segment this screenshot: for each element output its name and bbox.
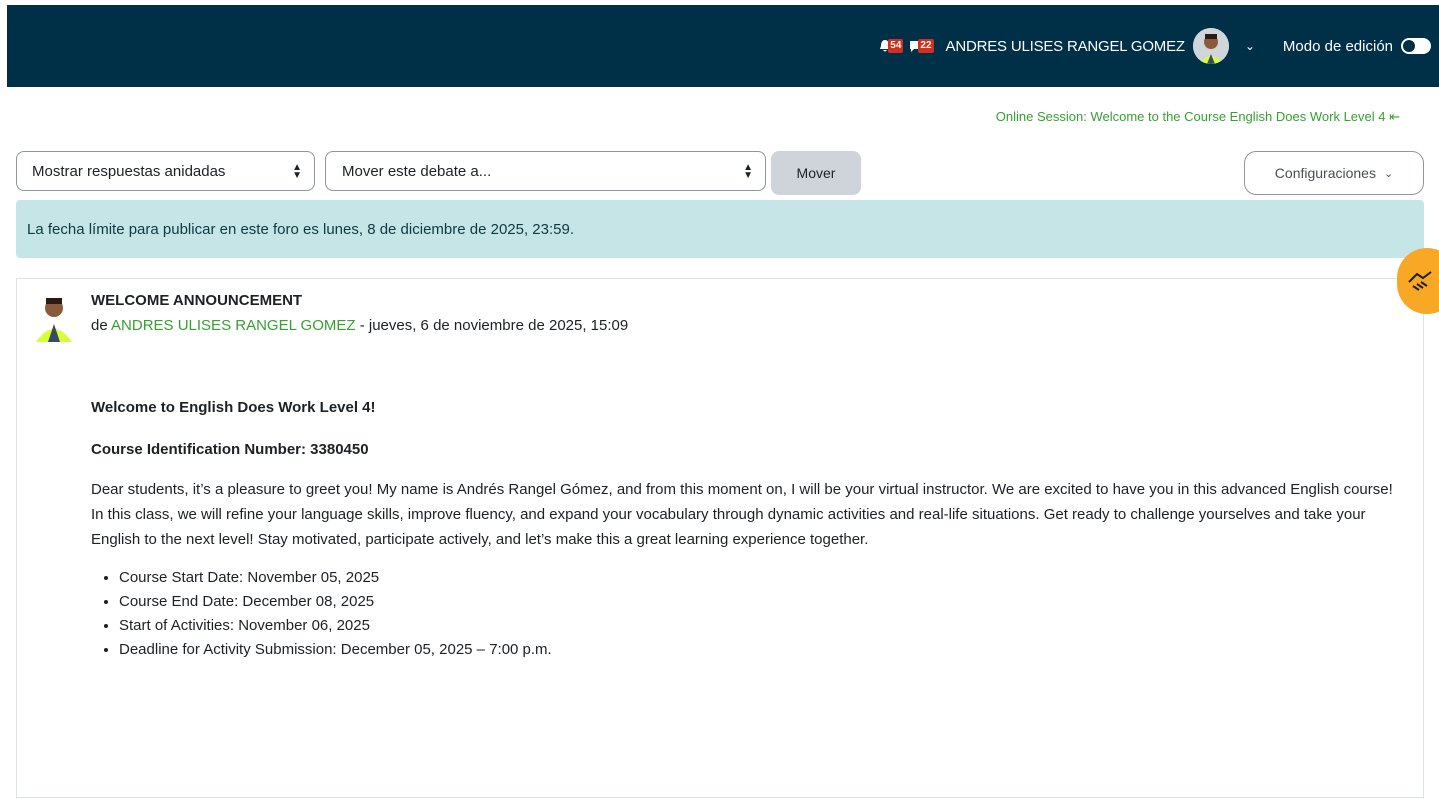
user-photo-icon	[1192, 28, 1229, 64]
notifications-badge: 54	[888, 39, 904, 53]
deadline-alert-text: La fecha límite para publicar en este fo…	[27, 220, 575, 238]
post-date: - jueves, 6 de noviembre de 2025, 15:09	[355, 317, 629, 334]
chevron-down-icon[interactable]: ⌄	[1245, 39, 1255, 53]
top-navbar: 54 22 ANDRES ULISES RANGEL GOMEZ ⌄ Modo …	[7, 5, 1439, 87]
post-heading-welcome: Welcome to English Does Work Level 4!	[91, 399, 376, 416]
settings-button-label: Configuraciones	[1274, 165, 1376, 181]
post-meta: de ANDRES ULISES RANGEL GOMEZ - jueves, …	[91, 317, 628, 334]
post-author-link[interactable]: ANDRES ULISES RANGEL GOMEZ	[111, 317, 356, 334]
move-discussion-select[interactable]: Mover este debate a... ▲ ▼	[325, 151, 766, 191]
chevron-down-icon: ⌄	[1383, 167, 1394, 180]
post-content: Welcome to English Does Work Level 4! Co…	[91, 395, 1401, 662]
display-mode-select[interactable]: Mostrar respuestas anidadas ▲ ▼	[16, 151, 315, 191]
select-caret-icon: ▲ ▼	[743, 162, 753, 181]
notifications-button[interactable]: 54	[879, 39, 904, 53]
select-caret-icon: ▲ ▼	[292, 162, 302, 181]
move-button[interactable]: Mover	[771, 151, 861, 195]
move-button-label: Mover	[796, 165, 836, 181]
user-avatar[interactable]	[1192, 28, 1229, 64]
list-item: Start of Activities: November 06, 2025	[119, 614, 1401, 638]
post-paragraph: Dear students, it’s a pleasure to greet …	[91, 481, 1393, 548]
navbar-user-area: 54 22 ANDRES ULISES RANGEL GOMEZ ⌄ Modo …	[879, 5, 1431, 87]
list-item: Course End Date: December 08, 2025	[119, 590, 1401, 614]
settings-button[interactable]: Configuraciones ⌄	[1244, 151, 1424, 195]
messages-button[interactable]: 22	[909, 39, 934, 53]
move-discussion-value: Mover este debate a...	[342, 162, 492, 180]
edit-mode-label: Modo de edición	[1282, 37, 1393, 55]
previous-activity-link[interactable]: Online Session: Welcome to the Course En…	[996, 109, 1400, 125]
course-dates-list: Course Start Date: November 05, 2025 Cou…	[91, 566, 1401, 662]
post-title: WELCOME ANNOUNCEMENT	[91, 292, 303, 309]
list-item: Course Start Date: November 05, 2025	[119, 566, 1401, 590]
user-name[interactable]: ANDRES ULISES RANGEL GOMEZ	[946, 38, 1186, 55]
post-heading-course-id: Course Identification Number: 3380450	[91, 441, 369, 458]
messages-badge: 22	[918, 39, 934, 53]
deadline-alert: La fecha límite para publicar en este fo…	[16, 200, 1424, 258]
post-by-prefix: de	[91, 317, 112, 334]
display-mode-value: Mostrar respuestas anidadas	[32, 162, 226, 180]
handshake-icon	[1408, 271, 1432, 291]
edit-mode-toggle[interactable]	[1401, 38, 1431, 54]
author-photo-icon	[36, 298, 72, 342]
list-item: Deadline for Activity Submission: Decemb…	[119, 638, 1401, 662]
toggle-knob	[1403, 40, 1415, 52]
post-author-avatar[interactable]	[32, 290, 76, 342]
